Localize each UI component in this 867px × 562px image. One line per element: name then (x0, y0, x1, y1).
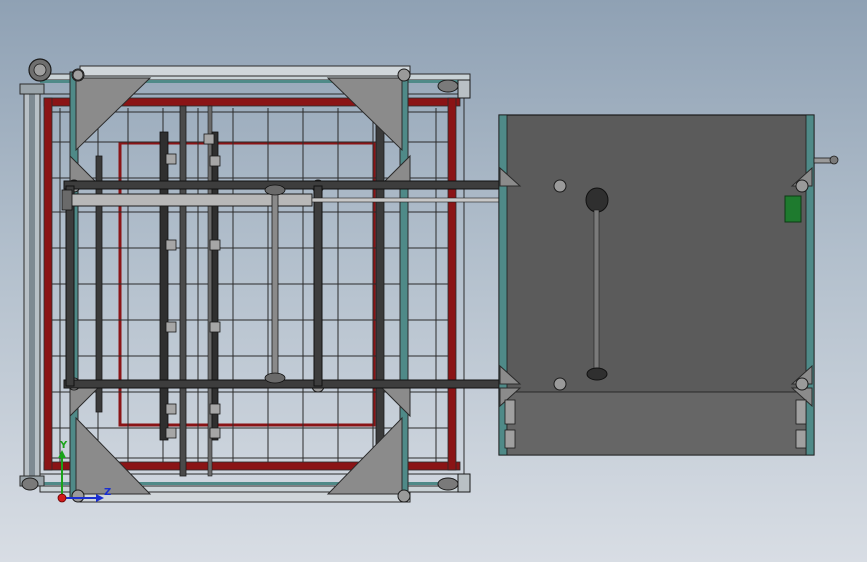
electrical-box (784, 195, 802, 223)
right-table-panel (498, 114, 839, 456)
handle-knob (813, 155, 839, 165)
actuator-cylinder (61, 189, 563, 211)
axis-y-label: Y (59, 440, 68, 451)
grid-mesh (52, 108, 448, 462)
cad-viewport[interactable]: Y Z (0, 0, 867, 562)
axis-z-label: Z (104, 487, 111, 498)
